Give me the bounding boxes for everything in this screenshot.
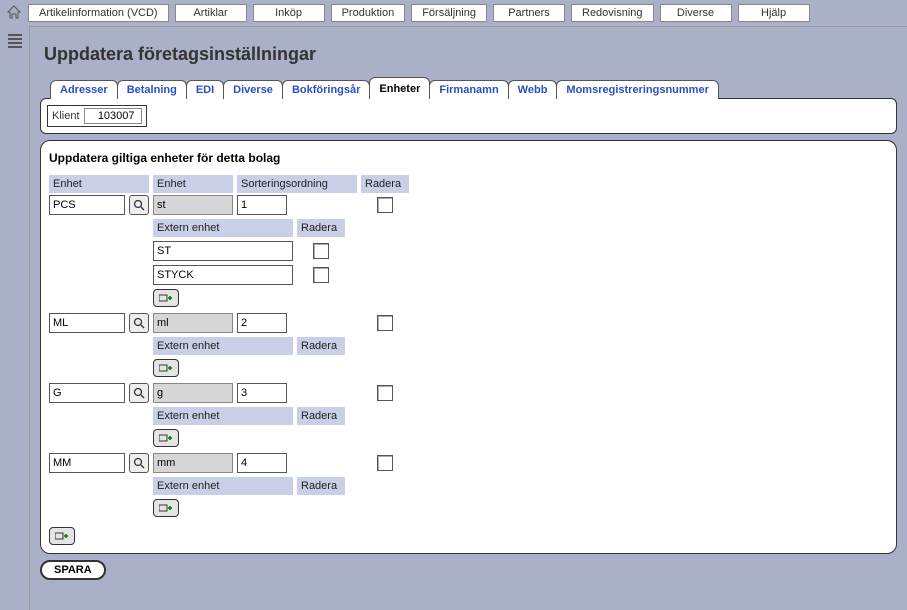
add-unit-button[interactable] — [49, 527, 75, 545]
unit-code-input[interactable] — [49, 313, 125, 333]
side-menu-icon[interactable] — [8, 32, 22, 50]
unit-row — [49, 453, 888, 473]
menu-inkop[interactable]: Inköp — [253, 4, 325, 22]
unit-sort-input[interactable] — [237, 195, 287, 215]
klient-value: 103007 — [84, 108, 142, 124]
unit-label-input[interactable] — [153, 383, 233, 403]
tab-firmanamn[interactable]: Firmanamn — [429, 80, 508, 99]
tab-row: Adresser Betalning EDI Diverse Bokföring… — [50, 77, 897, 99]
add-external-button[interactable] — [153, 499, 179, 517]
add-external-button[interactable] — [153, 429, 179, 447]
unit-code-input[interactable] — [49, 453, 125, 473]
unit-label-input[interactable] — [153, 453, 233, 473]
col-extern-radera: Radera — [297, 407, 345, 425]
menu-diverse[interactable]: Diverse — [660, 4, 732, 22]
external-unit-block: Extern enhetRadera — [153, 477, 888, 517]
external-unit-block: Extern enhetRadera — [153, 219, 888, 307]
col-extern-radera: Radera — [297, 477, 345, 495]
external-unit-block: Extern enhetRadera — [153, 337, 888, 377]
menu-redovisning[interactable]: Redovisning — [571, 4, 654, 22]
col-enhet-code: Enhet — [49, 175, 149, 193]
klient-label: Klient — [52, 110, 80, 122]
unit-row — [49, 313, 888, 333]
section-title: Uppdatera giltiga enheter för detta bola… — [49, 151, 888, 165]
col-extern-radera: Radera — [297, 337, 345, 355]
tab-betalning[interactable]: Betalning — [117, 80, 187, 99]
page-title: Uppdatera företagsinställningar — [44, 44, 897, 65]
menu-artiklar[interactable]: Artiklar — [175, 4, 247, 22]
unit-sort-input[interactable] — [237, 383, 287, 403]
unit-code-input[interactable] — [49, 195, 125, 215]
home-icon[interactable] — [6, 5, 22, 22]
add-external-button[interactable] — [153, 359, 179, 377]
col-sort: Sorteringsordning — [237, 175, 357, 193]
unit-sort-input[interactable] — [237, 453, 287, 473]
menu-partners[interactable]: Partners — [493, 4, 565, 22]
delete-checkbox[interactable] — [377, 197, 393, 213]
external-unit-input[interactable] — [153, 265, 293, 285]
unit-code-input[interactable] — [49, 383, 125, 403]
tab-bokforingsar[interactable]: Bokföringsår — [282, 80, 370, 99]
unit-sort-input[interactable] — [237, 313, 287, 333]
col-enhet-label: Enhet — [153, 175, 233, 193]
add-external-button[interactable] — [153, 289, 179, 307]
col-extern-enhet: Extern enhet — [153, 337, 293, 355]
menu-artikelinfo[interactable]: Artikelinformation (VCD) — [28, 4, 169, 22]
col-radera: Radera — [361, 175, 409, 193]
external-delete-checkbox[interactable] — [313, 243, 329, 259]
tab-webb[interactable]: Webb — [508, 80, 558, 99]
col-extern-enhet: Extern enhet — [153, 477, 293, 495]
menu-produktion[interactable]: Produktion — [331, 4, 406, 22]
tab-diverse[interactable]: Diverse — [223, 80, 283, 99]
unit-label-input[interactable] — [153, 313, 233, 333]
unit-row — [49, 195, 888, 215]
delete-checkbox[interactable] — [377, 455, 393, 471]
external-unit-input[interactable] — [153, 241, 293, 261]
delete-checkbox[interactable] — [377, 315, 393, 331]
tab-edi[interactable]: EDI — [186, 80, 224, 99]
menu-forsaljning[interactable]: Försäljning — [411, 4, 487, 22]
unit-row — [49, 383, 888, 403]
lookup-icon[interactable] — [129, 383, 149, 403]
lookup-icon[interactable] — [129, 313, 149, 333]
klient-box: Klient 103007 — [47, 105, 147, 127]
tab-adresser[interactable]: Adresser — [50, 80, 118, 99]
menu-hjalp[interactable]: Hjälp — [738, 4, 810, 22]
tab-enheter[interactable]: Enheter — [369, 77, 430, 99]
tab-moms[interactable]: Momsregistreringsnummer — [556, 80, 718, 99]
col-extern-enhet: Extern enhet — [153, 219, 293, 237]
col-extern-enhet: Extern enhet — [153, 407, 293, 425]
unit-label-input[interactable] — [153, 195, 233, 215]
lookup-icon[interactable] — [129, 453, 149, 473]
lookup-icon[interactable] — [129, 195, 149, 215]
delete-checkbox[interactable] — [377, 385, 393, 401]
external-unit-block: Extern enhetRadera — [153, 407, 888, 447]
col-extern-radera: Radera — [297, 219, 345, 237]
external-delete-checkbox[interactable] — [313, 267, 329, 283]
save-button[interactable]: SPARA — [40, 560, 106, 580]
